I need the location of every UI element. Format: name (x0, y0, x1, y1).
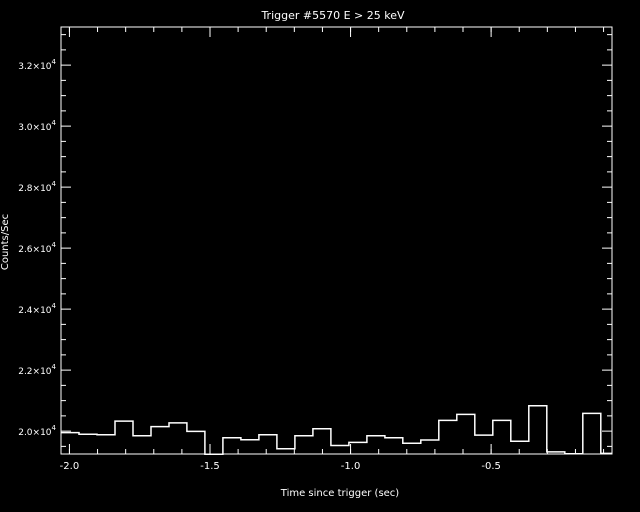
x-tick-label: -1.0 (341, 461, 361, 472)
chart: Trigger #5570 E > 25 keV Time since trig… (0, 9, 613, 499)
y-tick-label: 2.8×104 (18, 180, 56, 194)
x-tick-label: -1.5 (200, 461, 220, 472)
plot-frame (60, 26, 613, 455)
axis-ticks (61, 27, 612, 454)
y-tick-label: 2.2×104 (18, 363, 56, 377)
y-axis-label: Counts/Sec (0, 214, 11, 270)
y-tick-label: 2.0×104 (18, 424, 56, 438)
series-layer (61, 405, 612, 456)
y-tick-label: 2.6×104 (18, 241, 56, 255)
x-axis-label: Time since trigger (sec) (280, 488, 400, 499)
counts-histogram-line (61, 405, 612, 456)
chart-title: Trigger #5570 E > 25 keV (260, 9, 405, 22)
y-tick-label: 3.0×104 (18, 119, 56, 133)
x-tick-label: -2.0 (60, 461, 80, 472)
x-tick-label: -0.5 (481, 461, 501, 472)
y-tick-label: 3.2×104 (18, 58, 56, 72)
y-tick-label: 2.4×104 (18, 302, 56, 316)
axis-tick-labels: -2.0 -1.5 -1.0 -0.5 2.0×104 2.2×104 2.4×104 2.6… (18, 58, 501, 472)
